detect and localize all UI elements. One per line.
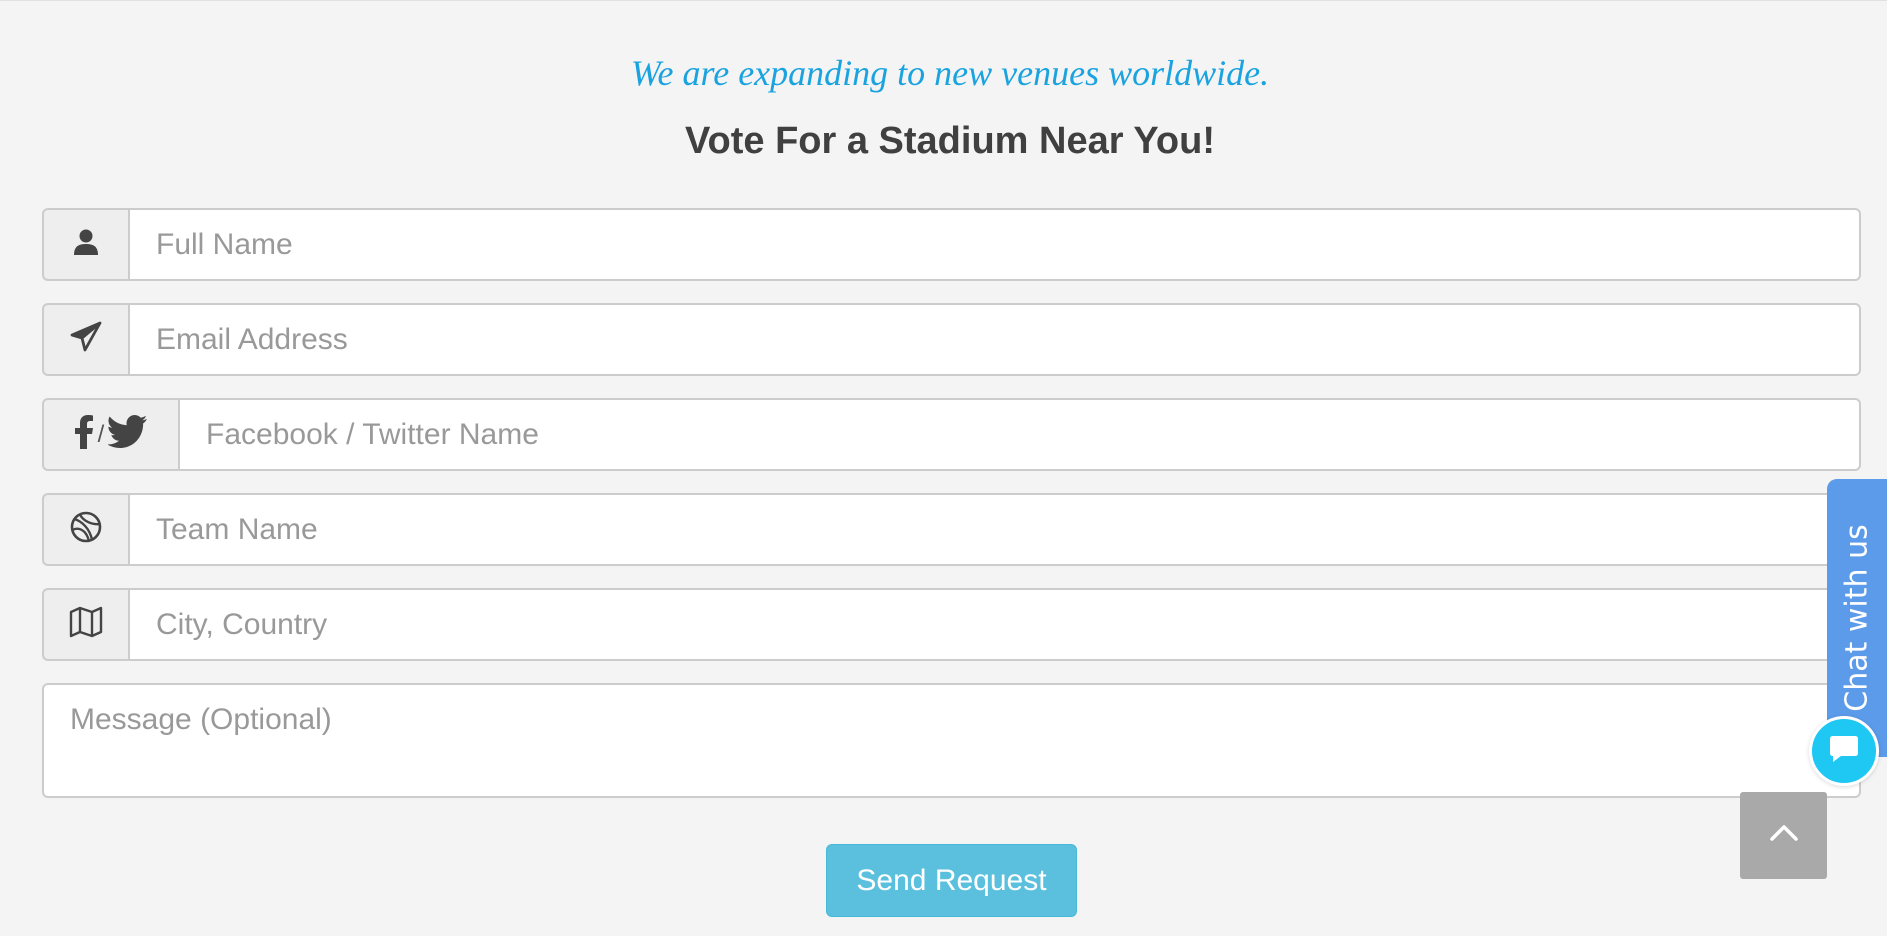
city-addon	[42, 588, 128, 661]
email-group	[42, 303, 1861, 376]
chat-bubble-button[interactable]	[1809, 716, 1879, 786]
tagline: We are expanding to new venues worldwide…	[630, 53, 1270, 93]
chevron-up-icon	[1769, 823, 1799, 848]
email-addon	[42, 303, 128, 376]
facebook-icon	[74, 415, 94, 454]
message-textarea[interactable]	[42, 683, 1861, 798]
scroll-to-top-button[interactable]	[1740, 792, 1827, 879]
social-group: /	[42, 398, 1861, 471]
team-name-input[interactable]	[128, 493, 1861, 566]
chat-tab-label: Chat with us	[1839, 524, 1875, 712]
twitter-icon	[107, 415, 148, 454]
basketball-icon	[70, 511, 102, 548]
team-name-group	[42, 493, 1861, 566]
city-country-input[interactable]	[128, 588, 1861, 661]
user-icon	[71, 227, 101, 262]
email-input[interactable]	[128, 303, 1861, 376]
chat-bubble-icon	[1827, 733, 1861, 770]
send-request-button[interactable]: Send Request	[826, 844, 1077, 917]
team-name-addon	[42, 493, 128, 566]
social-separator: /	[97, 420, 105, 448]
full-name-group	[42, 208, 1861, 281]
city-group	[42, 588, 1861, 661]
full-name-addon	[42, 208, 128, 281]
social-name-input[interactable]	[178, 398, 1861, 471]
chat-with-us-tab[interactable]: Chat with us	[1827, 479, 1887, 757]
paper-plane-icon	[70, 321, 102, 358]
map-icon	[69, 606, 103, 643]
full-name-input[interactable]	[128, 208, 1861, 281]
top-divider	[0, 0, 1887, 1]
page-title: Vote For a Stadium Near You!	[685, 120, 1215, 162]
social-addon: /	[42, 398, 178, 471]
